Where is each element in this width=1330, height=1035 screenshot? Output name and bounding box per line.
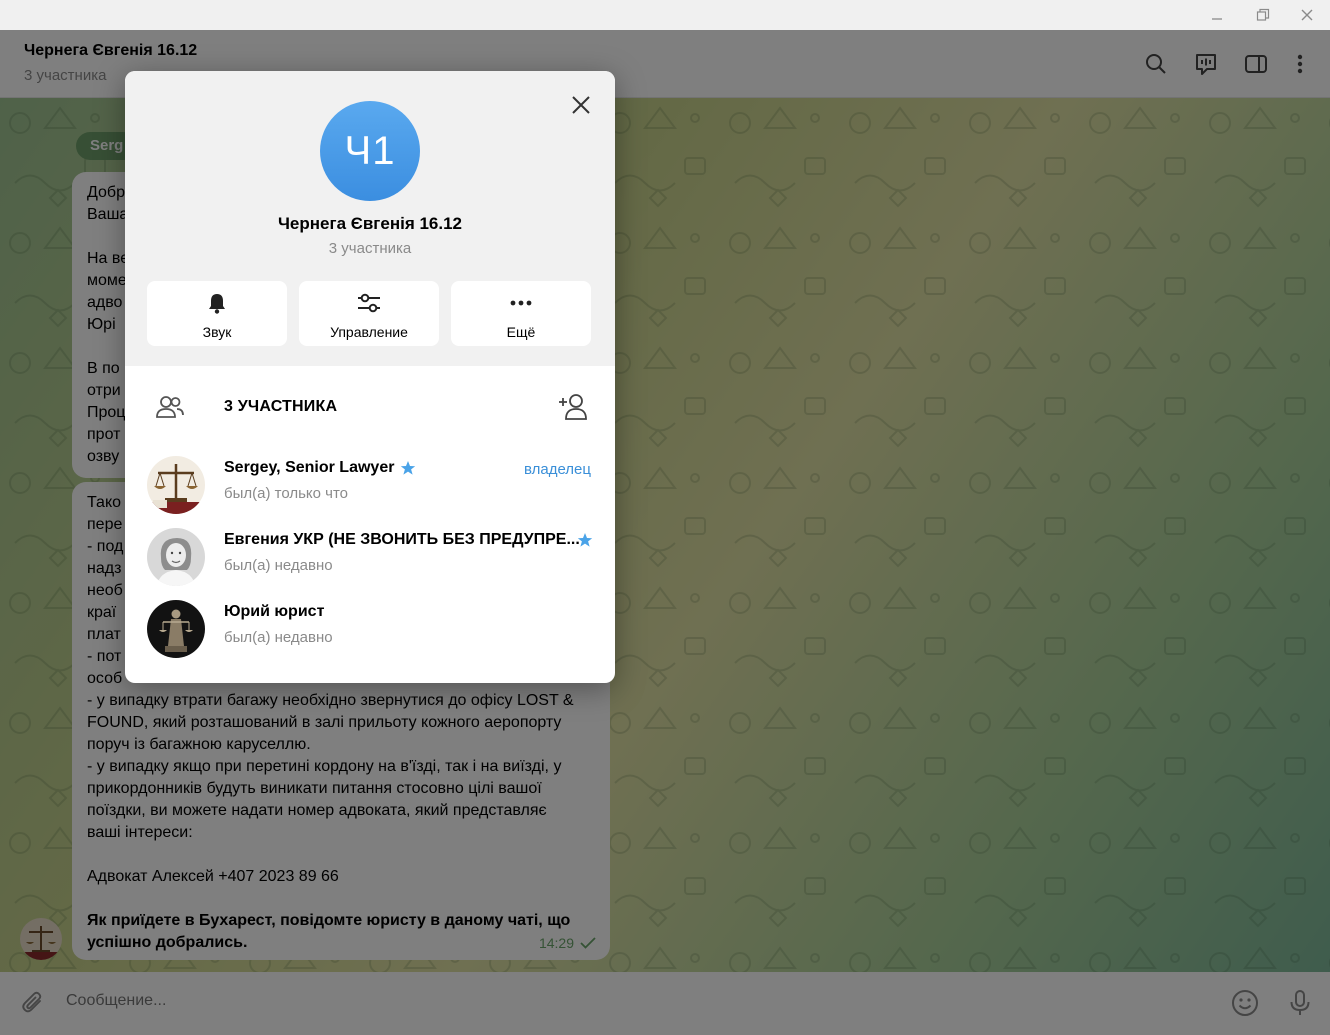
member-row[interactable]: Sergey, Senior Lawyer был(а) только что … xyxy=(125,450,615,518)
member-status: был(а) только что xyxy=(224,485,349,502)
member-avatar[interactable] xyxy=(147,528,205,586)
justice-avatar-icon xyxy=(147,600,205,658)
close-dialog-button[interactable] xyxy=(567,91,595,119)
members-count-label: 3 УЧАСТНИКА xyxy=(224,398,338,415)
member-avatar[interactable] xyxy=(147,456,205,514)
member-status: был(а) недавно xyxy=(224,557,333,574)
member-name: Юрий юрист xyxy=(224,603,325,620)
more-label: Ещё xyxy=(506,324,536,340)
member-name-container: Sergey, Senior Lawyer xyxy=(224,459,416,477)
member-name: Евгения УКР (НЕ ЗВОНИТЬ БЕЗ ПРЕДУПРЕ... xyxy=(224,531,580,548)
minimize-icon xyxy=(1212,18,1222,20)
window-titlebar xyxy=(0,0,1330,30)
premium-star-icon xyxy=(577,533,593,547)
manage-label: Управление xyxy=(330,324,408,340)
group-avatar[interactable]: Ч1 xyxy=(320,101,420,201)
sound-button[interactable]: Звук xyxy=(147,281,287,346)
manage-button[interactable]: Управление xyxy=(299,281,439,346)
sound-label: Звук xyxy=(202,324,232,340)
bell-icon xyxy=(209,294,225,314)
close-icon xyxy=(572,96,590,114)
portrait-avatar-icon xyxy=(147,528,205,586)
group-name: Чернега Євгенія 16.12 xyxy=(277,214,463,233)
restore-button[interactable] xyxy=(1243,3,1283,27)
add-member-icon[interactable] xyxy=(558,392,590,422)
members-section-header: 3 УЧАСТНИКА xyxy=(125,386,615,428)
member-row[interactable]: Евгения УКР (НЕ ЗВОНИТЬ БЕЗ ПРЕДУПРЕ... … xyxy=(125,522,615,590)
member-name: Sergey, Senior Lawyer xyxy=(224,459,395,476)
people-icon xyxy=(156,396,184,418)
sliders-icon xyxy=(358,293,380,313)
scales-avatar-icon xyxy=(147,456,205,514)
member-name-container: Юрий юрист xyxy=(224,603,324,621)
member-row[interactable]: Юрий юрист был(а) недавно xyxy=(125,594,615,662)
restore-icon xyxy=(1256,8,1270,21)
member-avatar[interactable] xyxy=(147,600,205,658)
more-button[interactable]: Ещё xyxy=(451,281,591,346)
member-status: был(а) недавно xyxy=(224,629,333,646)
more-horizontal-icon xyxy=(510,300,532,306)
close-window-button[interactable] xyxy=(1287,3,1327,27)
member-role: владелец xyxy=(523,461,591,478)
group-info-dialog: Ч1 Чернега Євгенія 16.12 3 участника Зву… xyxy=(125,71,615,683)
group-member-count: 3 участника xyxy=(328,240,412,257)
premium-star-icon xyxy=(401,461,416,475)
close-icon xyxy=(1301,9,1313,21)
minimize-button[interactable] xyxy=(1197,3,1237,27)
member-name-container: Евгения УКР (НЕ ЗВОНИТЬ БЕЗ ПРЕДУПРЕ... xyxy=(224,531,580,549)
group-info-header: Ч1 Чернега Євгенія 16.12 3 участника Зву… xyxy=(125,71,615,366)
